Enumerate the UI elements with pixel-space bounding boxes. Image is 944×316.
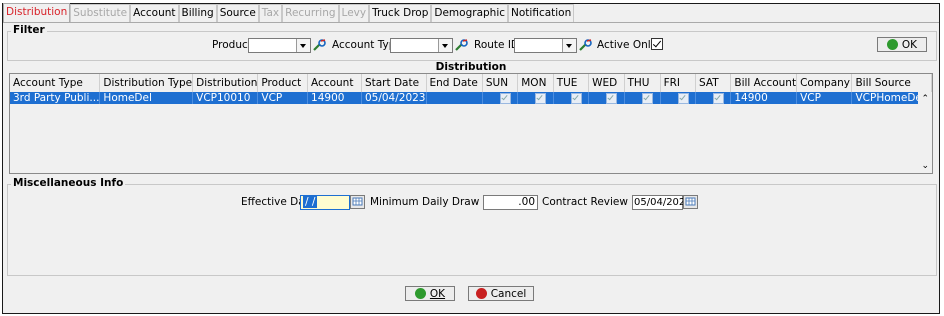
product-label: Product (212, 39, 252, 51)
min-draw-value: .00 (518, 196, 535, 208)
tab-source[interactable]: Source (216, 4, 259, 22)
calendar-icon[interactable] (683, 195, 698, 209)
column-header[interactable]: Product (257, 74, 309, 92)
column-header[interactable]: FRI (660, 74, 696, 92)
column-header[interactable]: Distribution Type (99, 74, 194, 92)
column-header[interactable]: MON (517, 74, 554, 92)
table-cell: 05/04/2023 (361, 92, 427, 104)
tab-account[interactable]: Account (130, 4, 179, 22)
table-cell: 14900 (730, 92, 798, 104)
chevron-down-icon[interactable] (438, 39, 452, 52)
tab-billing[interactable]: Billing (178, 4, 217, 22)
calendar-icon[interactable] (350, 195, 365, 209)
product-select[interactable] (248, 38, 311, 53)
route-id-select[interactable] (514, 38, 577, 53)
cancel-circle-icon (475, 288, 487, 299)
filter-ok-button[interactable]: OK (877, 37, 927, 52)
column-header[interactable]: Bill Account (730, 74, 798, 92)
tab-truck-drop[interactable]: Truck Drop (369, 4, 432, 22)
day-cell (482, 92, 519, 104)
column-header[interactable]: Distribution (192, 74, 259, 92)
column-header[interactable]: Start Date (361, 74, 427, 92)
tab-strip: Distribution Substitute Account Billing … (3, 3, 939, 22)
vertical-scrollbar[interactable]: ⌃ ⌄ (918, 92, 932, 173)
distribution-window: Distribution Substitute Account Billing … (2, 3, 940, 314)
cancel-button[interactable]: Cancel (468, 286, 534, 301)
tab-recurring: Recurring (282, 4, 339, 22)
tab-demographic[interactable]: Demographic (431, 4, 509, 22)
day-checkbox[interactable] (606, 92, 618, 104)
day-checkbox[interactable] (677, 92, 689, 104)
column-header[interactable]: Bill Source (851, 74, 932, 92)
day-checkbox[interactable] (499, 92, 511, 104)
cancel-label: Cancel (490, 287, 527, 300)
account-type-select[interactable] (390, 38, 453, 53)
day-cell (624, 92, 661, 104)
filter-title: Filter (11, 24, 47, 36)
day-cell (660, 92, 696, 104)
column-header[interactable]: TUE (553, 74, 590, 92)
filter-ok-label: OK (901, 38, 918, 51)
chevron-up-icon[interactable]: ⌃ (921, 94, 929, 104)
table-cell: VCP10010 (192, 92, 259, 104)
ok-circle-icon (414, 288, 426, 299)
column-header[interactable]: Account (307, 74, 362, 92)
table-cell: 3rd Party Publi... (10, 92, 101, 104)
table-cell (426, 92, 483, 104)
route-id-label: Route ID (474, 39, 519, 51)
column-header[interactable]: End Date (426, 74, 483, 92)
contract-review-field[interactable]: 05/04/2023 (632, 195, 692, 210)
table-cell: HomeDel (99, 92, 194, 104)
active-only-checkbox[interactable] (651, 38, 663, 50)
min-draw-field[interactable]: .00 (483, 195, 538, 210)
table-header: Account Type Distribution Type Distribut… (10, 74, 932, 92)
ok-circle-icon (886, 39, 898, 50)
tab-tax: Tax (258, 4, 283, 22)
chevron-down-icon[interactable] (296, 39, 310, 52)
table-cell: VCP (257, 92, 309, 104)
table-row[interactable]: 3rd Party Publi... HomeDel VCP10010 VCP … (10, 92, 932, 104)
day-checkbox[interactable] (712, 92, 724, 104)
tab-levy: Levy (338, 4, 370, 22)
column-header[interactable]: WED (588, 74, 625, 92)
chevron-down-icon[interactable]: ⌄ (921, 161, 929, 171)
column-header[interactable]: SUN (482, 74, 519, 92)
chevron-down-icon[interactable] (562, 39, 576, 52)
lookup-tool-icon[interactable] (313, 39, 326, 52)
day-cell (695, 92, 732, 104)
table-cell: VCP (796, 92, 853, 104)
column-header[interactable]: Company (796, 74, 853, 92)
day-checkbox[interactable] (570, 92, 582, 104)
column-header[interactable]: THU (624, 74, 661, 92)
column-header[interactable]: Account Type (10, 74, 101, 92)
effective-date-value: / / (303, 196, 318, 208)
day-checkbox[interactable] (641, 92, 653, 104)
checkmark-icon (652, 38, 662, 48)
tab-substitute: Substitute (70, 4, 131, 22)
tab-distribution[interactable]: Distribution (3, 3, 71, 22)
lookup-tool-icon[interactable] (579, 39, 592, 52)
day-cell (553, 92, 590, 104)
ok-button[interactable]: OK (405, 286, 455, 301)
effective-date-field[interactable]: / / (300, 195, 350, 210)
misc-title: Miscellaneous Info (11, 177, 126, 189)
day-cell (517, 92, 554, 104)
column-header[interactable]: SAT (695, 74, 732, 92)
distribution-table: Account Type Distribution Type Distribut… (10, 74, 932, 104)
tab-divider (3, 22, 939, 23)
day-checkbox[interactable] (535, 92, 547, 104)
tab-notification[interactable]: Notification (508, 4, 575, 22)
lookup-tool-icon[interactable] (455, 39, 468, 52)
filter-group (7, 31, 937, 61)
ok-label: OK (429, 287, 446, 300)
distribution-grid: Account Type Distribution Type Distribut… (9, 73, 933, 174)
table-cell: 14900 (307, 92, 362, 104)
day-cell (588, 92, 625, 104)
